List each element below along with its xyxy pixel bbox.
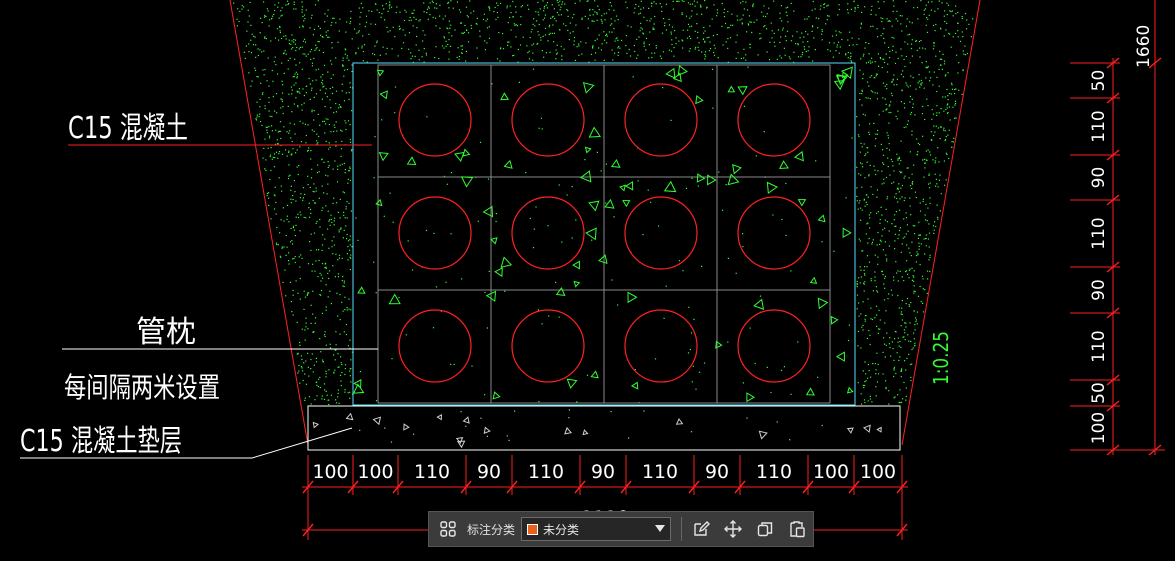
dim-label[interactable]: 110: [528, 461, 564, 483]
category-label: 标注分类: [467, 522, 516, 537]
edit-icon[interactable]: [688, 516, 714, 542]
cushion-layer: [307, 405, 901, 451]
pipe[interactable]: [398, 309, 472, 383]
pipe[interactable]: [511, 196, 585, 270]
category-select[interactable]: 未分类: [521, 517, 672, 541]
dim-label[interactable]: 110: [1089, 110, 1109, 142]
label-cushion[interactable]: C15 混凝土垫层: [20, 424, 182, 459]
trench-left-wall: [229, 0, 309, 446]
category-color-swatch: [527, 523, 539, 535]
dim-label[interactable]: 90: [705, 461, 729, 483]
label-pipe-pillow[interactable]: 管枕: [136, 315, 196, 350]
cad-drawing-canvas[interactable]: C15 混凝土 管枕 每间隔两米设置 C15 混凝土垫层 1:0.25 1110…: [0, 0, 1175, 561]
backfill-hatch: [233, 0, 974, 443]
dim-label[interactable]: 50: [1089, 382, 1109, 404]
pipe[interactable]: [737, 83, 811, 157]
label-concrete[interactable]: C15 混凝土: [68, 111, 188, 146]
pipe[interactable]: [511, 309, 585, 383]
vertical-dimensions: 1660 50 110 90 110 90 110 50 100: [1070, 0, 1165, 456]
dim-label[interactable]: 110: [756, 461, 792, 483]
dim-label[interactable]: 100: [313, 461, 349, 483]
dim-label[interactable]: 110: [642, 461, 678, 483]
dim-label[interactable]: 100: [1089, 412, 1109, 444]
pipe-grid: [377, 64, 831, 404]
pipe[interactable]: [624, 196, 698, 270]
pipe[interactable]: [737, 309, 811, 383]
pipe[interactable]: [398, 83, 472, 157]
annotation-toolbar: 标注分类 未分类: [428, 511, 814, 547]
label-slope[interactable]: 1:0.25: [929, 331, 953, 385]
dim-label[interactable]: 90: [1089, 167, 1109, 189]
label-pillow-spacing[interactable]: 每间隔两米设置: [64, 371, 220, 404]
aggregate-symbols: [312, 64, 882, 449]
category-selected-value: 未分类: [543, 522, 580, 537]
dim-label[interactable]: 90: [1089, 279, 1109, 301]
dim-label[interactable]: 100: [358, 461, 394, 483]
pipe[interactable]: [624, 309, 698, 383]
dim-total-label-vertical[interactable]: 1660: [1134, 25, 1154, 68]
pipe[interactable]: [737, 196, 811, 270]
pipe[interactable]: [398, 196, 472, 270]
dim-label[interactable]: 100: [860, 461, 896, 483]
dim-label[interactable]: 100: [813, 461, 849, 483]
move-icon[interactable]: [720, 516, 746, 542]
pipe[interactable]: [624, 83, 698, 157]
copy-icon[interactable]: [752, 516, 778, 542]
chevron-down-icon[interactable]: [655, 525, 666, 532]
toolbar-divider: [681, 517, 683, 541]
dim-label[interactable]: 90: [591, 461, 615, 483]
pipe[interactable]: [511, 83, 585, 157]
dim-label[interactable]: 110: [414, 461, 450, 483]
paste-icon[interactable]: [784, 516, 810, 542]
dim-label[interactable]: 110: [1089, 217, 1109, 249]
dim-label[interactable]: 110: [1089, 330, 1109, 362]
apps-grid-icon[interactable]: [435, 516, 461, 542]
dim-label[interactable]: 90: [477, 461, 501, 483]
dim-label[interactable]: 50: [1089, 70, 1109, 92]
